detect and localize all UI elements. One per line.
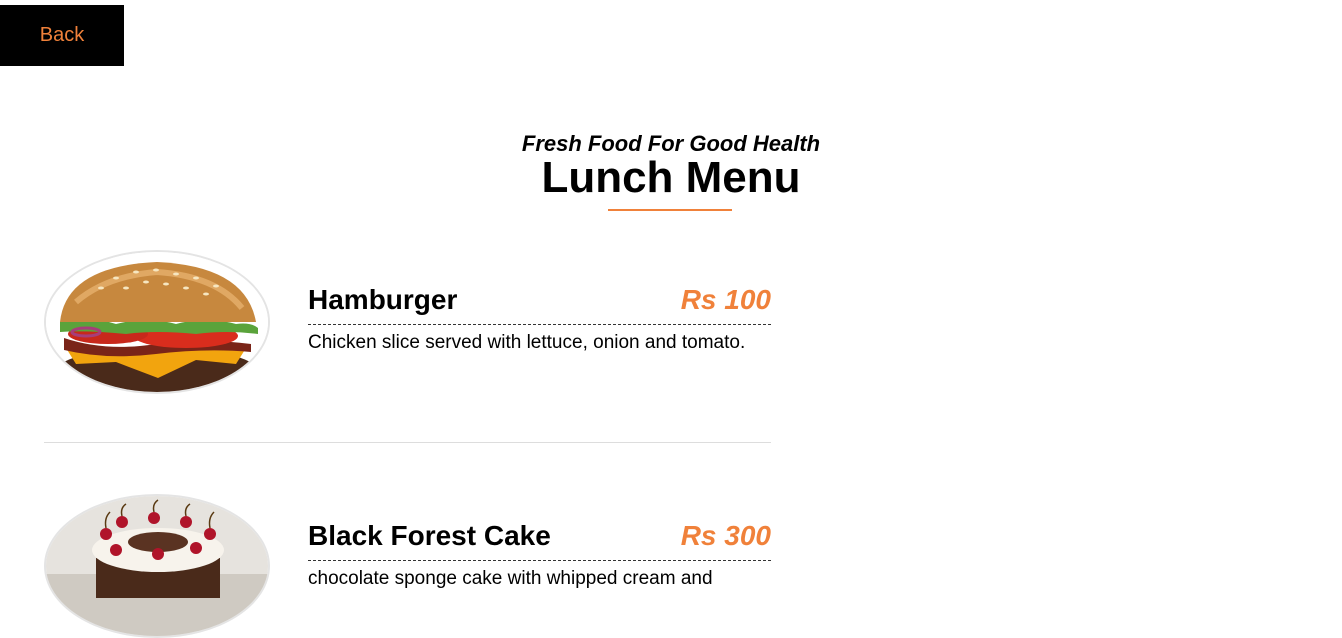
item-description: chocolate sponge cake with whipped cream… (308, 568, 713, 589)
hamburger-image (44, 250, 270, 394)
title-underline (608, 209, 732, 211)
dotted-leader (308, 324, 771, 325)
black-forest-cake-image (44, 494, 270, 638)
back-button[interactable]: Back (0, 5, 124, 66)
menu-header: Fresh Food For Good Health Lunch Menu (0, 130, 1342, 202)
dotted-leader (308, 560, 771, 561)
menu-item-black-forest-cake: Black Forest Cake Rs 300 chocolate spong… (44, 494, 771, 638)
menu-item-hamburger: Hamburger Rs 100 Chicken slice served wi… (44, 250, 771, 400)
item-separator (44, 442, 771, 443)
item-description: Chicken slice served with lettuce, onion… (308, 332, 746, 353)
item-price: Rs 300 (680, 520, 771, 551)
item-price: Rs 100 (680, 284, 771, 315)
item-name: Hamburger (308, 284, 458, 315)
page-title: Lunch Menu (541, 153, 801, 202)
item-name: Black Forest Cake (308, 520, 551, 551)
